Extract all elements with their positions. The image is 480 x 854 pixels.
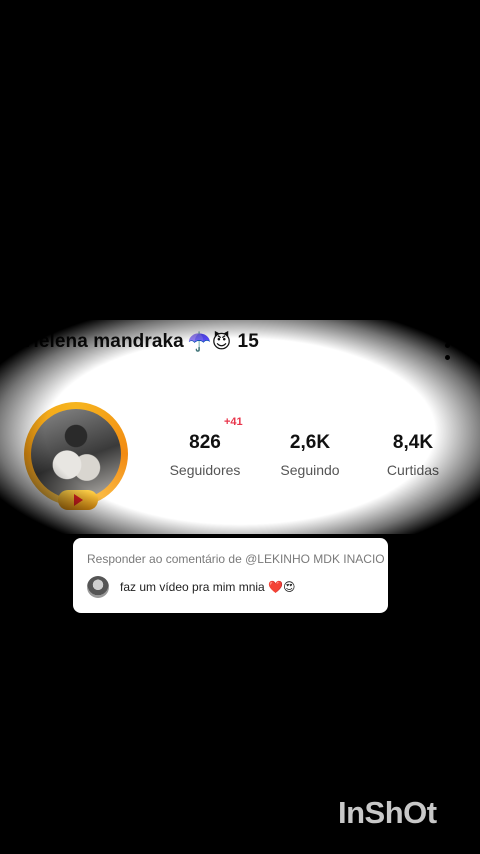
reply-comment-row: faz um vídeo pra mim mnia ❤️😍 — [87, 576, 296, 598]
following-stat[interactable]: 2,6K Seguindo — [272, 432, 348, 478]
reply-title: Responder ao comentário de @LEKINHO MDK … — [87, 552, 385, 566]
followers-count: 826 — [189, 432, 221, 453]
likes-stat[interactable]: 8,4K Curtidas — [380, 432, 446, 478]
followers-stat[interactable]: 826 Seguidores — [164, 432, 246, 478]
avatar[interactable] — [22, 402, 134, 512]
followers-label: Seguidores — [169, 462, 241, 478]
profile-name: Helena mandraka — [25, 330, 184, 352]
avatar-image — [31, 409, 121, 499]
following-count: 2,6K — [289, 432, 331, 453]
more-vertical-icon[interactable] — [440, 330, 454, 360]
reply-comment-bubble[interactable]: Responder ao comentário de @LEKINHO MDK … — [73, 538, 388, 613]
inshot-watermark: InShOt — [338, 795, 437, 830]
followers-delta-badge: +41 — [224, 416, 243, 428]
play-icon — [73, 494, 83, 506]
likes-label: Curtidas — [386, 462, 440, 478]
profile-name-row: Helena mandraka ☂️😈 15 — [25, 330, 259, 354]
profile-name-emojis: ☂️😈 — [187, 331, 232, 353]
live-badge — [58, 490, 98, 510]
reply-comment-emojis: ❤️😍 — [268, 580, 296, 594]
reply-comment-text-wrap: faz um vídeo pra mim mnia ❤️😍 — [120, 580, 296, 594]
commenter-avatar — [87, 576, 109, 598]
profile-card: Helena mandraka ☂️😈 15 +41 826 Seguidore… — [0, 320, 480, 534]
following-label: Seguindo — [280, 462, 340, 478]
reply-comment-text: faz um vídeo pra mim mnia — [120, 580, 265, 594]
likes-count: 8,4K — [392, 432, 434, 453]
profile-age: 15 — [237, 330, 259, 352]
